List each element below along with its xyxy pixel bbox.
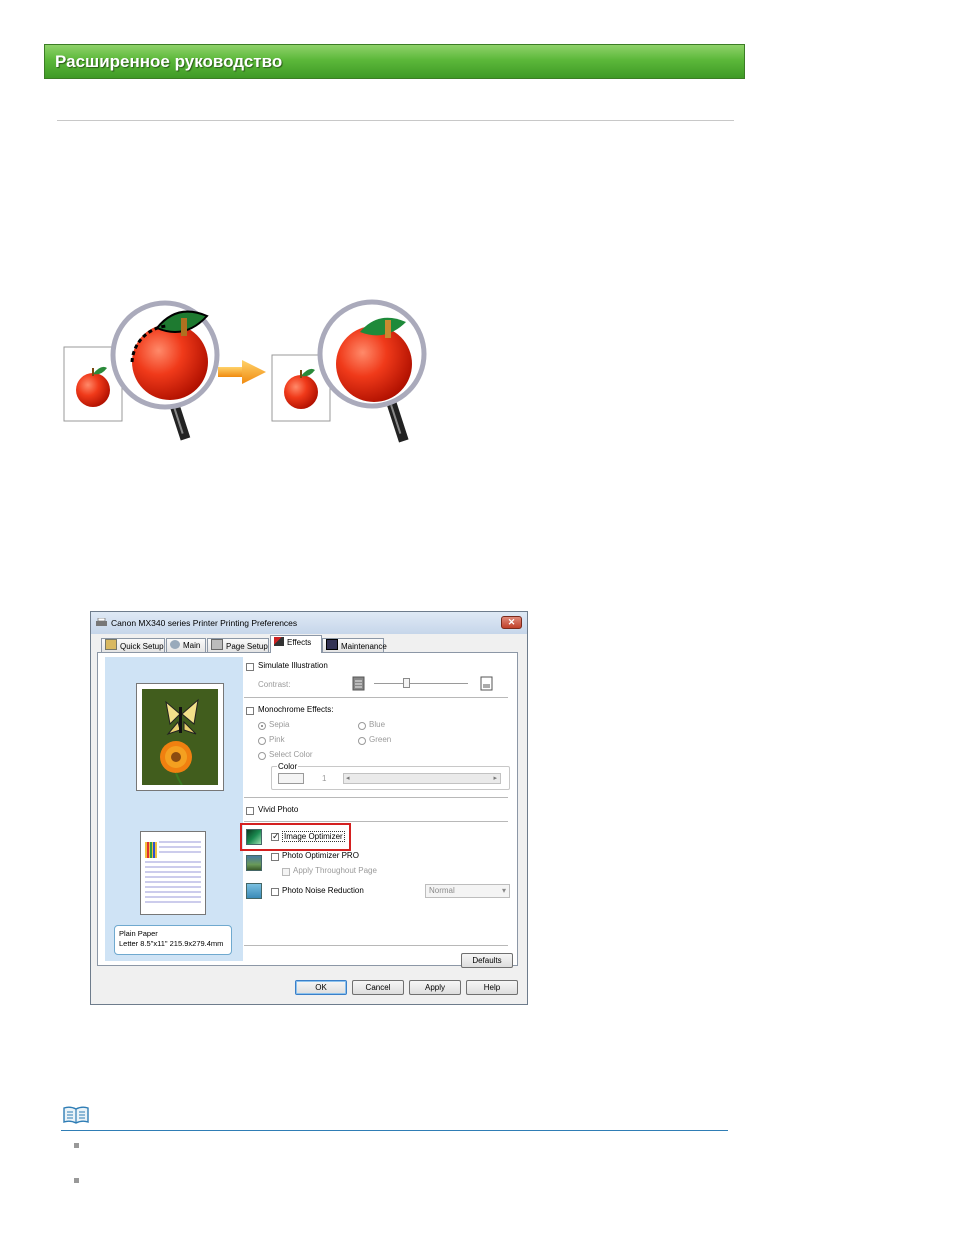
- photo-optimizer-pro-label: Photo Optimizer PRO: [282, 851, 359, 860]
- arrow-right-icon: [218, 360, 266, 384]
- ok-button[interactable]: OK: [295, 980, 347, 995]
- tab-effects[interactable]: Effects: [270, 635, 322, 653]
- main-tab-icon: [170, 640, 180, 649]
- photo-noise-reduction-icon: [246, 883, 262, 899]
- vivid-photo-checkbox[interactable]: [246, 807, 254, 815]
- dialog-titlebar[interactable]: Canon MX340 series Printer Printing Pref…: [91, 612, 527, 634]
- image-optimizer-label: Image Optimizer: [282, 831, 345, 842]
- note-bullet: [74, 1178, 79, 1183]
- simulate-illustration-label: Simulate Illustration: [258, 661, 328, 670]
- select-color-radio[interactable]: [258, 752, 266, 760]
- top-divider: [57, 120, 734, 121]
- image-optimizer-checkbox[interactable]: [271, 831, 280, 842]
- blue-radio[interactable]: [358, 722, 366, 730]
- dialog-title: Canon MX340 series Printer Printing Pref…: [111, 618, 298, 628]
- monochrome-effects-checkbox[interactable]: [246, 707, 254, 715]
- defaults-button[interactable]: Defaults: [461, 953, 513, 968]
- scroll-left-icon[interactable]: ◂: [346, 774, 350, 783]
- vivid-photo-label: Vivid Photo: [258, 805, 299, 814]
- contrast-label: Contrast:: [258, 680, 291, 689]
- color-label: Color: [277, 762, 299, 771]
- color-value: 1: [322, 774, 327, 783]
- help-button[interactable]: Help: [466, 980, 518, 995]
- printing-preferences-dialog: Canon MX340 series Printer Printing Pref…: [90, 611, 528, 1005]
- tab-maintenance[interactable]: Maintenance: [322, 638, 387, 652]
- apply-button[interactable]: Apply: [409, 980, 461, 995]
- monochrome-effects-label: Monochrome Effects:: [258, 705, 334, 714]
- preview-pane: Plain Paper Letter 8.5"x11" 215.9x279.4m…: [105, 657, 243, 961]
- maintenance-icon: [326, 639, 338, 650]
- separator: [244, 697, 508, 698]
- cancel-button[interactable]: Cancel: [352, 980, 404, 995]
- close-icon: ✕: [507, 617, 516, 627]
- image-optimizer-icon: [246, 829, 262, 845]
- page-setup-icon: [211, 639, 223, 650]
- apply-throughout-page-label: Apply Throughout Page: [293, 866, 377, 875]
- paper-layout-icon: [145, 841, 201, 903]
- noise-reduction-level-value: Normal: [429, 886, 455, 895]
- color-scrollbar[interactable]: ◂ ▸: [343, 773, 501, 784]
- contrast-slider-thumb[interactable]: [403, 678, 410, 688]
- separator: [244, 797, 508, 798]
- image-optimizer-illustration: [63, 299, 427, 443]
- effects-brush-icon: [274, 637, 284, 646]
- sepia-label: Sepia: [269, 720, 290, 729]
- contrast-slider-track[interactable]: [374, 683, 468, 684]
- green-label: Green: [369, 735, 392, 744]
- apply-throughout-page-checkbox[interactable]: [282, 868, 290, 876]
- chevron-down-icon: ▾: [501, 886, 506, 895]
- sepia-radio[interactable]: [258, 722, 266, 730]
- simulate-illustration-checkbox[interactable]: [246, 663, 254, 671]
- header-banner: Расширенное руководство: [44, 44, 745, 79]
- color-swatch: [278, 773, 304, 784]
- paper-preview: [140, 831, 206, 915]
- tab-page-setup[interactable]: Page Setup: [207, 638, 269, 652]
- tab-main[interactable]: Main: [166, 638, 206, 652]
- page-title: Расширенное руководство: [55, 52, 283, 71]
- tab-quick-setup[interactable]: Quick Setup: [101, 638, 165, 652]
- blue-label: Blue: [369, 720, 386, 729]
- magnifier-icon: [317, 299, 427, 443]
- scroll-right-icon[interactable]: ▸: [493, 774, 497, 783]
- separator: [244, 821, 508, 822]
- note-book-icon: [63, 1106, 89, 1124]
- note-divider: [61, 1130, 728, 1131]
- photo-optimizer-pro-icon: [246, 855, 262, 871]
- photo-preview: [136, 683, 224, 791]
- paper-size-text: Letter 8.5"x11" 215.9x279.4mm: [119, 939, 224, 948]
- photo-optimizer-pro-checkbox[interactable]: [271, 853, 279, 861]
- magnifier-icon: [110, 300, 220, 441]
- low-contrast-icon: [352, 676, 365, 691]
- quick-setup-icon: [105, 639, 117, 650]
- effects-panel: Plain Paper Letter 8.5"x11" 215.9x279.4m…: [97, 652, 518, 968]
- photo-noise-reduction-label: Photo Noise Reduction: [282, 886, 364, 895]
- close-button[interactable]: ✕: [501, 616, 522, 629]
- select-color-label: Select Color: [269, 750, 313, 759]
- photo-noise-reduction-checkbox[interactable]: [271, 888, 279, 896]
- note-bullet: [74, 1143, 79, 1148]
- butterfly-flower-image: [142, 689, 218, 785]
- paper-info-box: Plain Paper Letter 8.5"x11" 215.9x279.4m…: [114, 925, 232, 955]
- printer-icon: [96, 618, 107, 626]
- pink-label: Pink: [269, 735, 285, 744]
- separator: [244, 945, 508, 946]
- paper-type-text: Plain Paper: [119, 929, 158, 938]
- pink-radio[interactable]: [258, 737, 266, 745]
- green-radio[interactable]: [358, 737, 366, 745]
- noise-reduction-level-select[interactable]: Normal ▾: [425, 884, 510, 898]
- high-contrast-icon: [480, 676, 493, 691]
